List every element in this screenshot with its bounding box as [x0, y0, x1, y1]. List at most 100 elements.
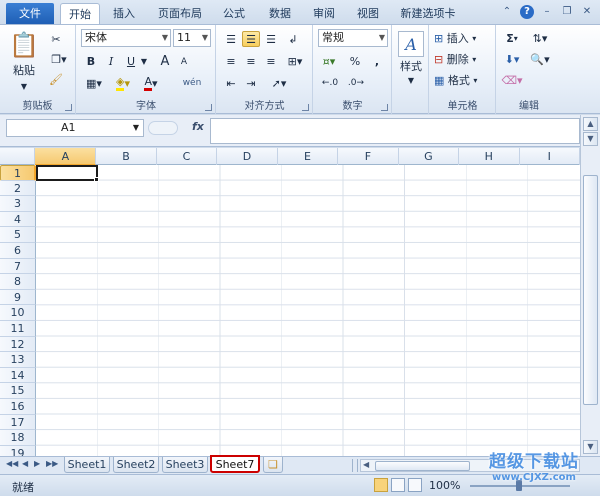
row-header[interactable]: 9 [0, 289, 36, 306]
tab-formulas[interactable]: 公式 [216, 3, 252, 24]
minimize-ribbon-icon[interactable]: ⌃ [500, 5, 514, 19]
column-header[interactable]: F [338, 148, 399, 165]
find-select-icon[interactable]: 🔍▾ [527, 51, 553, 67]
clipboard-launcher-icon[interactable] [65, 104, 72, 111]
worksheet-grid[interactable]: A B C D E F G H I 1 2 3 4 5 6 7 8 9 10 1… [0, 148, 580, 456]
fill-handle[interactable] [94, 177, 99, 182]
fill-color-icon[interactable]: ◈ ▾ [111, 75, 135, 91]
tab-insert[interactable]: 插入 [106, 3, 142, 24]
italic-button[interactable]: I [103, 53, 119, 69]
currency-icon[interactable]: ¤▾ [318, 53, 340, 69]
row-header[interactable]: 11 [0, 320, 36, 337]
grow-font-button[interactable]: A [157, 53, 173, 69]
alignment-launcher-icon[interactable] [302, 104, 309, 111]
orientation-icon[interactable]: ➚▾ [267, 75, 291, 91]
styles-button[interactable]: 样式 [393, 59, 429, 73]
paste-dropdown-icon[interactable]: ▼ [18, 81, 30, 91]
minimize-icon[interactable]: – [540, 5, 554, 19]
fill-icon[interactable]: ⬇▾ [501, 51, 523, 67]
percent-button[interactable]: % [348, 53, 362, 69]
align-center-icon[interactable]: ≡ [243, 53, 259, 69]
column-header[interactable]: A [35, 148, 97, 165]
paste-button[interactable]: 粘贴 [6, 63, 42, 77]
insert-function-button[interactable]: fx [192, 120, 204, 133]
tab-file[interactable]: 文件 [6, 3, 54, 24]
row-header[interactable]: 8 [0, 274, 36, 290]
scroll-down-small-icon[interactable]: ▼ [583, 132, 598, 146]
bold-button[interactable]: B [83, 53, 99, 69]
column-header[interactable]: G [399, 148, 460, 165]
wrap-text-icon[interactable]: ↲ [285, 31, 301, 47]
next-sheet-icon[interactable]: ▶ [34, 459, 40, 468]
underline-dropdown-icon[interactable]: ▼ [139, 55, 149, 67]
align-middle-icon[interactable]: ☰ [242, 31, 260, 47]
tab-data[interactable]: 数据 [262, 3, 298, 24]
format-cells-button[interactable]: ▦ 格式 ▾ [434, 72, 494, 88]
align-left-icon[interactable]: ≡ [223, 53, 239, 69]
merge-center-icon[interactable]: ⊞▾ [283, 53, 307, 69]
column-header[interactable]: B [96, 148, 157, 165]
row-header[interactable]: 5 [0, 227, 36, 243]
prev-sheet-icon[interactable]: ◀ [22, 459, 28, 468]
tab-review[interactable]: 审阅 [306, 3, 342, 24]
normal-view-icon[interactable] [374, 478, 388, 492]
zoom-level[interactable]: 100% [429, 479, 460, 492]
name-box-splitter[interactable] [148, 121, 178, 135]
formula-input[interactable] [210, 118, 580, 144]
font-color-icon[interactable]: A ▾ [139, 75, 163, 91]
number-launcher-icon[interactable] [381, 104, 388, 111]
shrink-font-button[interactable]: A [177, 55, 191, 69]
increase-indent-icon[interactable]: ⇥ [243, 75, 259, 91]
format-painter-icon[interactable]: 🖌 [48, 71, 64, 87]
column-header[interactable]: C [157, 148, 218, 165]
row-header[interactable]: 6 [0, 242, 36, 259]
styles-dropdown-icon[interactable]: ▼ [405, 75, 417, 85]
row-header[interactable]: 16 [0, 398, 36, 415]
row-header[interactable]: 18 [0, 430, 36, 446]
vertical-scrollbar[interactable]: ▲ ▼ ▼ [580, 115, 600, 456]
decrease-indent-icon[interactable]: ⇤ [223, 75, 239, 91]
row-header[interactable]: 4 [0, 211, 36, 228]
last-sheet-icon[interactable]: ▶▶ [46, 459, 58, 468]
page-layout-view-icon[interactable] [391, 478, 405, 492]
tab-home[interactable]: 开始 [60, 3, 100, 24]
phonetic-guide-icon[interactable]: wén [177, 75, 207, 91]
help-icon[interactable]: ? [520, 5, 534, 19]
row-header[interactable]: 13 [0, 352, 36, 368]
tab-page-layout[interactable]: 页面布局 [152, 3, 208, 24]
restore-icon[interactable]: ❐ [560, 5, 574, 19]
row-header[interactable]: 14 [0, 367, 36, 384]
align-right-icon[interactable]: ≡ [263, 53, 279, 69]
row-header[interactable]: 2 [0, 180, 36, 197]
sheet-tab-sheet2[interactable]: Sheet2 [113, 457, 159, 473]
tab-new-tab[interactable]: 新建选项卡 [396, 3, 460, 24]
vertical-scroll-thumb[interactable] [583, 175, 598, 405]
underline-button[interactable]: U [123, 53, 139, 69]
autosum-button[interactable]: Σ ▾ [501, 30, 523, 46]
delete-cells-button[interactable]: ⊟ 删除 ▾ [434, 51, 494, 67]
column-header[interactable]: H [459, 148, 520, 165]
row-header[interactable]: 17 [0, 414, 36, 431]
select-all-corner[interactable] [0, 148, 36, 165]
horizontal-scroll-thumb[interactable] [375, 461, 470, 471]
align-bottom-icon[interactable]: ☰ [263, 31, 279, 47]
row-header[interactable]: 19 [0, 445, 36, 456]
tab-view[interactable]: 视图 [350, 3, 386, 24]
cut-icon[interactable]: ✂ [48, 31, 64, 47]
border-icon[interactable]: ▦▾ [83, 75, 105, 91]
insert-sheet-icon[interactable]: ❏ [263, 457, 283, 473]
row-header[interactable]: 7 [0, 258, 36, 275]
font-size-select[interactable]: 11 ▼ [173, 29, 211, 47]
sheet-tab-sheet3[interactable]: Sheet3 [162, 457, 208, 473]
clear-icon[interactable]: ⌫▾ [501, 72, 523, 88]
decrease-decimal-icon[interactable]: .0→ [346, 75, 366, 91]
first-sheet-icon[interactable]: ◀◀ [6, 459, 18, 468]
copy-icon[interactable]: ❐▾ [48, 51, 70, 67]
column-header[interactable]: E [278, 148, 339, 165]
insert-cells-button[interactable]: ⊞ 插入 ▾ [434, 30, 494, 46]
name-box[interactable]: A1 ▼ [6, 119, 144, 137]
row-header[interactable]: 3 [0, 196, 36, 212]
comma-style-button[interactable]: , [370, 53, 384, 69]
styles-icon[interactable]: A [398, 31, 424, 57]
row-header[interactable]: 1 [0, 165, 36, 181]
